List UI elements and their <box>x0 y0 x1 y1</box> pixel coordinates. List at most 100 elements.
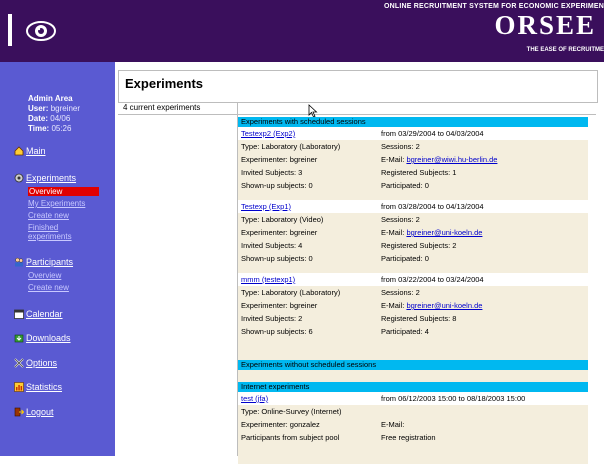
gear-icon <box>14 173 24 183</box>
spacer <box>238 192 588 200</box>
sidebar-subitem-finished-experiments[interactable]: Finished experiments <box>28 223 72 241</box>
sidebar-item-downloads[interactable]: Downloads <box>14 333 71 343</box>
sidebar-item-experiments[interactable]: Experiments <box>14 173 76 183</box>
email-label: E-Mail: <box>381 301 405 310</box>
eye-icon <box>26 21 56 41</box>
email-label: E-Mail: <box>381 228 405 237</box>
experiment-dates: from 06/12/2003 15:00 to 08/18/2003 15:0… <box>381 394 526 403</box>
home-icon <box>14 146 24 156</box>
logo-bar <box>8 14 12 46</box>
experiment-link[interactable]: mmm (testexp1) <box>241 275 295 284</box>
experiment-sessions: Sessions: 2 <box>381 142 420 151</box>
time-label: Time: <box>28 124 50 133</box>
section-header-unscheduled: Experiments without scheduled sessions <box>238 360 588 370</box>
sidebar-item-label: Downloads <box>26 333 71 343</box>
experiment-link[interactable]: test (jfa) <box>241 394 268 403</box>
sidebar-item-label: Main <box>26 146 46 156</box>
experiment-type: Type: Online-Survey (Internet) <box>241 407 342 416</box>
app-header: ONLINE RECRUITMENT SYSTEM FOR ECONOMIC E… <box>0 0 604 62</box>
sidebar-item-label: Experiments <box>26 173 77 183</box>
participated-subjects: Participated: 0 <box>381 181 429 190</box>
shownup-subjects: Shown-up subjects: 0 <box>241 254 313 263</box>
experiment-dates: from 03/29/2004 to 04/03/2004 <box>381 129 484 138</box>
chart-icon <box>14 382 24 392</box>
logo[interactable] <box>0 0 115 62</box>
section-header-scheduled: Experiments with scheduled sessions <box>238 117 588 127</box>
experiment-details: Type: Online-Survey (Internet) Experimen… <box>238 405 588 464</box>
email-link[interactable]: bgreiner@uni-koeln.de <box>406 228 482 237</box>
experiment-header: mmm (testexp1) from 03/22/2004 to 03/24/… <box>238 273 588 286</box>
experiment-entry: test (jfa) from 06/12/2003 15:00 to 08/1… <box>238 392 588 464</box>
experimenter: Experimenter: bgreiner <box>241 228 318 237</box>
invited-subjects: Invited Subjects: 4 <box>241 241 303 250</box>
finished-label-line1: Finished <box>28 223 59 232</box>
registered-subjects: Registered Subjects: 1 <box>381 168 457 177</box>
experiment-type: Type: Laboratory (Laboratory) <box>241 142 341 151</box>
page-title: Experiments <box>125 76 204 91</box>
finished-label-line2: experiments <box>28 232 72 241</box>
email-label: E-Mail: <box>381 420 405 429</box>
user-row: User: bgreiner <box>28 104 80 114</box>
sidebar-subitem-experiments-overview[interactable]: Overview <box>28 187 99 196</box>
spacer <box>238 444 588 464</box>
sidebar-subitem-participants-overview[interactable]: Overview <box>28 271 61 280</box>
experimenter: Experimenter: bgreiner <box>241 155 318 164</box>
experiment-details: Type: Laboratory (Video) Sessions: 2 Expe… <box>238 213 588 273</box>
sidebar-item-calendar[interactable]: Calendar <box>14 309 63 319</box>
sidebar-subitem-my-experiments[interactable]: My Experiments <box>28 199 85 208</box>
email-link[interactable]: bgreiner@wiwi.hu-berlin.de <box>406 155 497 164</box>
registered-subjects: Registered Subjects: 8 <box>381 314 457 323</box>
spacer <box>238 338 588 360</box>
experiment-entry: Testexp2 (Exp2) from 03/29/2004 to 04/03… <box>238 127 588 200</box>
experiment-type: Type: Laboratory (Laboratory) <box>241 288 341 297</box>
experiment-details: Type: Laboratory (Laboratory) Sessions: 2… <box>238 286 588 360</box>
tools-icon <box>14 358 24 368</box>
sidebar-item-logout[interactable]: Logout <box>14 407 54 417</box>
people-icon <box>15 257 24 267</box>
experiment-count: 4 current experiments <box>123 103 201 112</box>
experiment-header: test (jfa) from 06/12/2003 15:00 to 08/1… <box>238 392 588 405</box>
summary-row: 4 current experiments <box>118 102 596 115</box>
date-value: 04/06 <box>50 114 71 123</box>
registration-mode: Free registration <box>381 433 436 442</box>
experimenter: Experimenter: gonzalez <box>241 420 320 429</box>
email-label: E-Mail: <box>381 155 405 164</box>
registered-subjects: Registered Subjects: 2 <box>381 241 457 250</box>
shownup-subjects: Shown-up subjects: 0 <box>241 181 313 190</box>
header-tagline: ONLINE RECRUITMENT SYSTEM FOR ECONOMIC E… <box>384 3 604 10</box>
page-title-box: Experiments <box>118 70 598 103</box>
sidebar-item-statistics[interactable]: Statistics <box>14 382 62 392</box>
participant-pool: Participants from subject pool <box>241 433 340 442</box>
section-header-internet: Internet experiments <box>238 382 588 392</box>
experiments-list: Experiments with scheduled sessions Test… <box>238 117 588 464</box>
invited-subjects: Invited Subjects: 2 <box>241 314 303 323</box>
invited-subjects: Invited Subjects: 3 <box>241 168 303 177</box>
sidebar-item-participants[interactable]: Participants <box>14 257 73 267</box>
brand-name: ORSEE <box>494 10 596 40</box>
experiment-link[interactable]: Testexp2 (Exp2) <box>241 129 295 138</box>
experiment-header: Testexp2 (Exp2) from 03/29/2004 to 04/03… <box>238 127 588 140</box>
email-link[interactable]: bgreiner@uni-koeln.de <box>406 301 482 310</box>
experiment-dates: from 03/22/2004 to 03/24/2004 <box>381 275 484 284</box>
sidebar-subitem-create-experiment[interactable]: Create new <box>28 211 69 220</box>
experiment-dates: from 03/28/2004 to 04/13/2004 <box>381 202 484 211</box>
experiment-link[interactable]: Testexp (Exp1) <box>241 202 291 211</box>
participated-subjects: Participated: 0 <box>381 254 429 263</box>
logout-icon <box>14 407 24 417</box>
experiment-entry: Testexp (Exp1) from 03/28/2004 to 04/13/… <box>238 200 588 273</box>
calendar-icon <box>14 309 24 319</box>
experiment-header: Testexp (Exp1) from 03/28/2004 to 04/13/… <box>238 200 588 213</box>
date-label: Date: <box>28 114 49 123</box>
sidebar-subitem-create-participant[interactable]: Create new <box>28 283 69 292</box>
spacer <box>238 370 588 382</box>
download-icon <box>14 334 24 343</box>
sidebar-item-label: Options <box>26 358 58 368</box>
participated-subjects: Participated: 4 <box>381 327 429 336</box>
sidebar-item-options[interactable]: Options <box>14 358 57 368</box>
experiment-sessions: Sessions: 2 <box>381 288 420 297</box>
sidebar: Admin Area User: bgreiner Date: 04/06 Ti… <box>0 62 115 456</box>
sidebar-item-main[interactable]: Main <box>14 146 46 156</box>
time-row: Time: 05:26 <box>28 124 80 134</box>
experiment-type: Type: Laboratory (Video) <box>241 215 324 224</box>
date-row: Date: 04/06 <box>28 114 80 124</box>
